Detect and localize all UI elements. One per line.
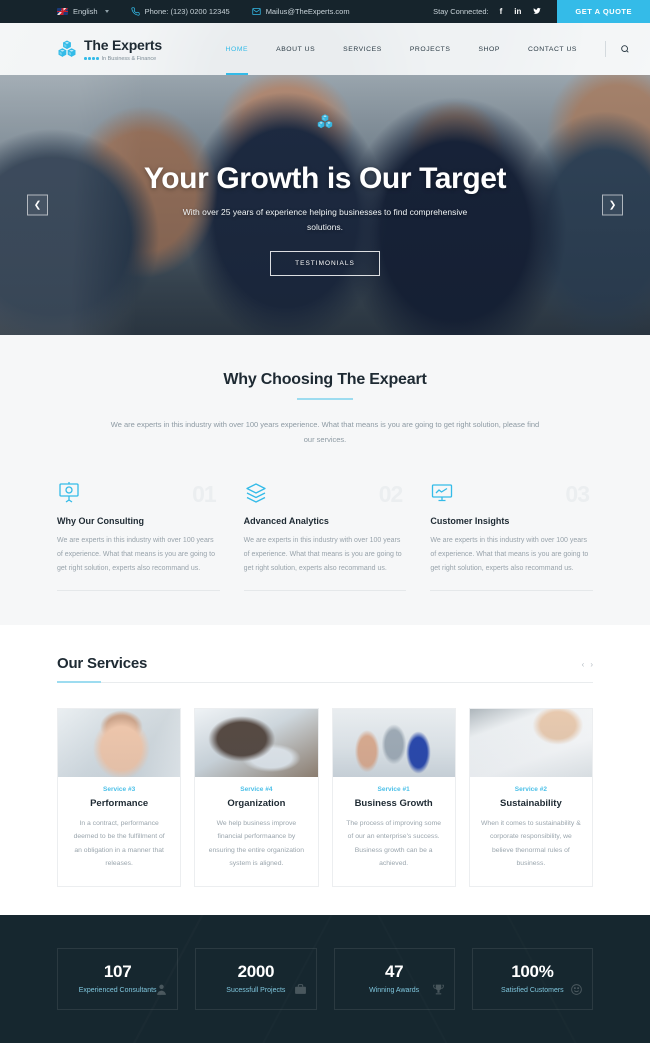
- site-header: The Experts In Business & Finance HOME A…: [0, 23, 650, 75]
- stat-value: 100%: [511, 962, 554, 982]
- service-card-business-growth[interactable]: Service #1 Business Growth The process o…: [331, 708, 456, 888]
- search-icon[interactable]: [612, 23, 650, 75]
- main-nav: HOME ABOUT US SERVICES PROJECTS SHOP CON…: [212, 23, 650, 75]
- phone-icon: [131, 7, 140, 16]
- services-next-button[interactable]: ›: [590, 660, 593, 669]
- top-bar: English Phone: (123) 0200 12345 Mailus@T…: [0, 0, 650, 23]
- feature-item-consulting[interactable]: 01 Why Our Consulting We are experts in …: [57, 479, 220, 592]
- why-choosing-section: Why Choosing The Expeart We are experts …: [0, 335, 650, 626]
- person-icon: [155, 983, 168, 1001]
- hand-writing-notebook-photo: [469, 709, 592, 778]
- feature-title: Customer Insights: [430, 516, 510, 527]
- stat-winning-awards: 47 Winning Awards: [333, 948, 455, 1011]
- linkedin-icon[interactable]: in: [514, 7, 521, 16]
- service-text: We help business improve financial perfo…: [208, 820, 304, 867]
- brand-name: The Experts: [84, 36, 162, 53]
- feature-list: 01 Why Our Consulting We are experts in …: [57, 479, 593, 592]
- nav-item-shop[interactable]: SHOP: [464, 23, 513, 75]
- stat-label: Satisfied Customers: [501, 987, 564, 995]
- briefcase-icon: [294, 983, 307, 1001]
- monitor-chart-icon: [430, 479, 593, 505]
- service-text: The process of improving some of our an …: [346, 820, 442, 867]
- service-title: Sustainability: [499, 798, 562, 810]
- hero-prev-button[interactable]: ❮: [27, 194, 48, 216]
- language-label: English: [73, 7, 98, 16]
- service-tag: Service #3: [103, 786, 136, 794]
- team-meeting-photo: [332, 709, 455, 778]
- service-text: When it comes to sustainability & corpor…: [481, 820, 581, 867]
- service-card-performance[interactable]: Service #3 Performance In a contract, pe…: [57, 708, 182, 888]
- hero-title: Your Growth is Our Target: [143, 162, 507, 196]
- nav-item-contact-us[interactable]: CONTACT US: [514, 23, 591, 75]
- our-services-section: Our Services ‹ › Service #3 Performance …: [0, 625, 650, 916]
- woman-glasses-photo: [58, 709, 181, 778]
- twitter-icon[interactable]: [533, 7, 542, 17]
- service-tag: Service #4: [240, 786, 273, 794]
- uk-flag-icon: [57, 8, 68, 15]
- service-tag: Service #1: [377, 786, 410, 794]
- testimonials-button[interactable]: TESTIMONIALS: [270, 250, 380, 276]
- stat-experienced-consultants: 107 Experienced Consultants: [57, 948, 179, 1011]
- smiley-icon: [570, 983, 583, 1001]
- language-selector[interactable]: English: [57, 7, 109, 16]
- stat-label: Winning Awards: [369, 987, 420, 995]
- get-a-quote-button[interactable]: GET A QUOTE: [557, 0, 650, 23]
- why-section-description: We are experts in this industry with ove…: [110, 420, 540, 444]
- feature-item-insights[interactable]: 03 Customer Insights We are experts in t…: [430, 479, 593, 592]
- nav-item-home[interactable]: HOME: [212, 23, 263, 75]
- stat-label: Experienced Consultants: [78, 987, 157, 995]
- services-carousel-controls: ‹ ›: [582, 660, 593, 672]
- trophy-icon: [432, 983, 445, 1001]
- service-card-sustainability[interactable]: Service #2 Sustainability When it comes …: [468, 708, 593, 888]
- cubes-watermark-icon: [317, 113, 334, 135]
- brand-tagline: In Business & Finance: [101, 55, 157, 62]
- stats-counter-section: 107 Experienced Consultants 2000 Sucessf…: [0, 915, 650, 1043]
- services-title: Our Services: [57, 655, 148, 673]
- email-info[interactable]: Mailus@TheExperts.com: [252, 7, 350, 16]
- facebook-icon[interactable]: f: [500, 7, 503, 16]
- stay-connected-label: Stay Connected:: [433, 7, 489, 16]
- nav-item-about-us[interactable]: ABOUT US: [262, 23, 329, 75]
- nav-item-projects[interactable]: PROJECTS: [396, 23, 465, 75]
- logo-dots-icon: [84, 57, 99, 60]
- stat-successful-projects: 2000 Sucessfull Projects: [195, 948, 317, 1011]
- service-title: Organization: [227, 798, 286, 810]
- phone-info[interactable]: Phone: (123) 0200 12345: [131, 7, 230, 16]
- hero-next-button[interactable]: ❯: [602, 194, 623, 216]
- hero-subtitle: With over 25 years of experience helping…: [182, 207, 468, 232]
- stat-satisfied-customers: 100% Satisfied Customers: [471, 948, 593, 1011]
- services-prev-button[interactable]: ‹: [582, 660, 585, 669]
- logo[interactable]: The Experts In Business & Finance: [57, 37, 162, 62]
- nav-item-services[interactable]: SERVICES: [329, 23, 396, 75]
- why-section-title: Why Choosing The Expeart: [223, 371, 427, 388]
- feature-title: Advanced Analytics: [243, 516, 329, 527]
- layers-stack-icon: [244, 479, 407, 505]
- feature-text: We are experts in this industry with ove…: [243, 537, 402, 572]
- title-underline: [297, 398, 353, 400]
- service-card-list: Service #3 Performance In a contract, pe…: [57, 708, 593, 888]
- service-title: Performance: [90, 798, 149, 810]
- chevron-down-icon: [104, 10, 109, 13]
- email-address: Mailus@TheExperts.com: [265, 7, 350, 16]
- nav-divider: [605, 41, 606, 57]
- service-title: Business Growth: [354, 798, 433, 810]
- feature-title: Why Our Consulting: [57, 516, 144, 527]
- feature-item-analytics[interactable]: 02 Advanced Analytics We are experts in …: [243, 479, 407, 592]
- service-tag: Service #2: [514, 786, 547, 794]
- cubes-logo-icon: [57, 39, 77, 59]
- stat-value: 2000: [237, 962, 275, 982]
- phone-number: Phone: (123) 0200 12345: [144, 7, 230, 16]
- presentation-board-icon: [57, 479, 220, 505]
- service-text: In a contract, performance deemed to be …: [73, 820, 165, 867]
- service-card-organization[interactable]: Service #4 Organization We help business…: [194, 708, 319, 888]
- feature-text: We are experts in this industry with ove…: [430, 537, 589, 572]
- hands-laptop-photo: [195, 709, 318, 778]
- hero-slider: ❮ ❯ Your Growth is Our Target With over …: [0, 75, 650, 335]
- social-links: f in: [500, 7, 542, 17]
- stat-value: 107: [103, 962, 132, 982]
- mail-icon: [252, 7, 261, 16]
- stat-label: Sucessfull Projects: [226, 987, 286, 995]
- feature-text: We are experts in this industry with ove…: [57, 537, 215, 572]
- stat-value: 47: [384, 962, 404, 982]
